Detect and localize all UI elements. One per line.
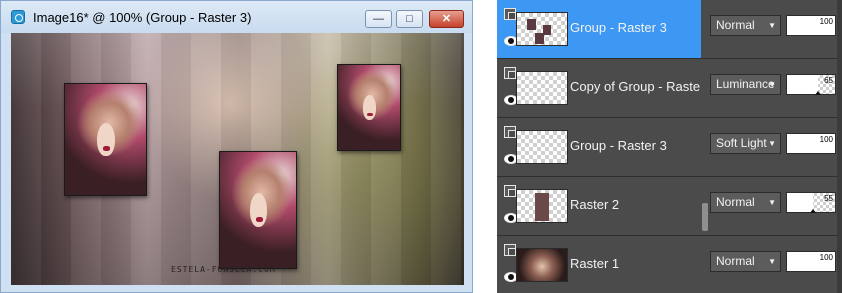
chevron-down-icon: ▼ xyxy=(768,80,776,89)
link-icon[interactable] xyxy=(504,185,516,197)
layer-thumbnail xyxy=(516,12,568,46)
blend-mode-label: Normal xyxy=(716,18,755,32)
watermark-text: ESTELA-FONSECA.COM xyxy=(171,265,276,274)
image-window-title: Image16* @ 100% (Group - Raster 3) xyxy=(33,10,252,25)
layer-row[interactable]: Group - Raster 3 Normal ▼ 100 xyxy=(497,0,842,59)
opacity-slider[interactable]: 100 xyxy=(786,251,836,272)
blend-mode-dropdown[interactable]: Normal ▼ xyxy=(710,192,781,213)
layer-name-area[interactable]: Raster 1 xyxy=(497,236,701,293)
opacity-slider[interactable]: 100 xyxy=(786,15,836,36)
portrait-frame-right xyxy=(337,64,401,151)
layer-name-area[interactable]: Raster 2 xyxy=(497,177,701,235)
image-window-titlebar[interactable]: Image16* @ 100% (Group - Raster 3) — □ ✕ xyxy=(1,1,472,33)
blend-mode-label: Normal xyxy=(716,254,755,268)
chevron-down-icon: ▼ xyxy=(768,257,776,266)
opacity-value: 65 xyxy=(824,76,833,85)
layer-row[interactable]: Raster 2 Normal ▼ 55 xyxy=(497,177,842,236)
thumb-mark xyxy=(535,33,544,44)
opacity-value: 100 xyxy=(819,135,833,144)
blend-mode-label: Normal xyxy=(716,195,755,209)
opacity-fill xyxy=(787,75,819,94)
chevron-down-icon: ▼ xyxy=(768,198,776,207)
layer-name: Raster 1 xyxy=(570,256,620,271)
panel-splitter-handle[interactable] xyxy=(702,203,708,231)
thumb-mark xyxy=(527,19,536,30)
blend-mode-dropdown[interactable]: Normal ▼ xyxy=(710,251,781,272)
close-button[interactable]: ✕ xyxy=(429,10,464,28)
layer-row[interactable]: Raster 1 Normal ▼ 100 xyxy=(497,236,842,293)
gap-strip xyxy=(473,0,497,293)
blend-mode-dropdown[interactable]: Soft Light ▼ xyxy=(710,133,781,154)
link-icon[interactable] xyxy=(504,244,516,256)
opacity-slider[interactable]: 55 xyxy=(786,192,836,213)
link-icon[interactable] xyxy=(504,126,516,138)
layer-thumbnail xyxy=(516,130,568,164)
app-icon xyxy=(11,10,25,24)
blend-mode-dropdown[interactable]: Luminance ▼ xyxy=(710,74,781,95)
image-window: Image16* @ 100% (Group - Raster 3) — □ ✕… xyxy=(0,0,473,293)
chevron-down-icon: ▼ xyxy=(768,21,776,30)
chevron-down-icon: ▼ xyxy=(768,139,776,148)
palette-scrollbar[interactable] xyxy=(837,0,842,293)
opacity-tick xyxy=(810,209,817,213)
opacity-slider[interactable]: 65 xyxy=(786,74,836,95)
opacity-value: 100 xyxy=(819,253,833,262)
link-icon[interactable] xyxy=(504,8,516,20)
layer-name: Copy of Group - Raste xyxy=(570,79,701,94)
layer-name-area[interactable]: Copy of Group - Raste xyxy=(497,59,701,117)
maximize-button[interactable]: □ xyxy=(396,10,423,28)
layer-row[interactable]: Group - Raster 3 Soft Light ▼ 100 xyxy=(497,118,842,177)
portrait-frame-left xyxy=(64,83,147,196)
link-icon[interactable] xyxy=(504,67,516,79)
opacity-slider[interactable]: 100 xyxy=(786,133,836,154)
blend-mode-label: Luminance xyxy=(716,77,775,91)
thumb-mark xyxy=(535,193,549,221)
layer-row[interactable]: Copy of Group - Raste Luminance ▼ 65 xyxy=(497,59,842,118)
layer-name-area[interactable]: Group - Raster 3 xyxy=(497,118,701,176)
opacity-value: 55 xyxy=(824,194,833,203)
minimize-button[interactable]: — xyxy=(365,10,392,28)
layer-name: Raster 2 xyxy=(570,197,620,212)
layer-thumbnail xyxy=(516,248,568,282)
thumb-photo xyxy=(517,249,567,281)
thumb-mark xyxy=(543,25,551,35)
portrait-frame-center xyxy=(219,151,297,269)
opacity-value: 100 xyxy=(819,17,833,26)
opacity-tick xyxy=(815,91,822,95)
layer-name-area[interactable]: Group - Raster 3 xyxy=(497,0,701,58)
layer-name: Group - Raster 3 xyxy=(570,20,667,35)
layers-palette: Group - Raster 3 Normal ▼ 100 Copy of Gr… xyxy=(497,0,842,293)
layer-thumbnail xyxy=(516,71,568,105)
blend-mode-label: Soft Light xyxy=(716,136,767,150)
layer-name: Group - Raster 3 xyxy=(570,138,667,153)
blend-mode-dropdown[interactable]: Normal ▼ xyxy=(710,15,781,36)
layer-thumbnail xyxy=(516,189,568,223)
image-canvas[interactable]: ESTELA-FONSECA.COM xyxy=(11,33,464,285)
